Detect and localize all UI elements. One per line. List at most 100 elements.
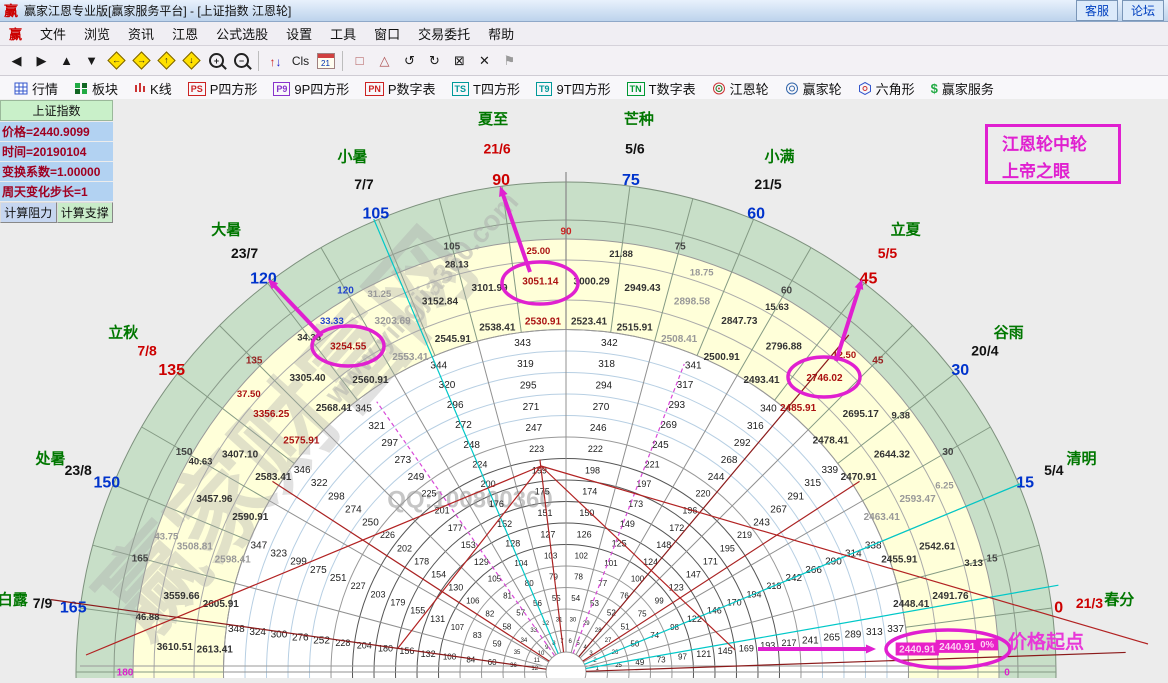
- menu-item-3[interactable]: 江恩: [163, 22, 207, 45]
- ring-number: 83: [473, 631, 482, 640]
- diamond-up-icon[interactable]: ↑: [154, 49, 179, 72]
- inner-price: 2500.91: [704, 352, 741, 363]
- ring-number: 340: [760, 404, 777, 415]
- view-button-赢家服务[interactable]: $赢家服务: [923, 79, 1002, 98]
- gann-wheel-annotation-box: 江恩轮中轮 上帝之眼: [985, 124, 1121, 184]
- view-label: T数字表: [649, 79, 696, 98]
- zoom-out-icon[interactable]: −: [229, 49, 254, 72]
- gann-wheel-chart[interactable]: 赢家财富网www.yingjia360.comQQ:10080036012345…: [0, 99, 1168, 678]
- diamond-left-icon[interactable]: ←: [104, 49, 129, 72]
- outer-price: 3457.96: [196, 494, 233, 505]
- menu-item-7[interactable]: 窗口: [365, 22, 409, 45]
- inner-price: 2613.41: [197, 644, 234, 655]
- ring-number: 244: [708, 472, 725, 483]
- view-button-板块[interactable]: 板块: [66, 79, 126, 98]
- ring-number: 243: [753, 517, 770, 528]
- inner-price: 2553.41: [392, 352, 429, 363]
- square-outline-icon[interactable]: □: [347, 49, 372, 72]
- outer-price: 2847.73: [721, 316, 758, 327]
- outer-price: 2695.17: [843, 409, 880, 420]
- arrow-left-icon[interactable]: ◀: [4, 49, 29, 72]
- solar-term: 立秋: [108, 324, 139, 342]
- ring-number: 180: [378, 643, 393, 653]
- ring-number: 316: [747, 421, 764, 432]
- ring-number: 132: [421, 649, 436, 659]
- inner-price: 2485.91: [780, 403, 817, 414]
- view-button-行情[interactable]: 行情: [6, 79, 66, 98]
- outer-price: 2491.76: [932, 591, 969, 602]
- view-button-T四方形[interactable]: TST四方形: [444, 79, 528, 98]
- percent-value: 15.63: [765, 302, 789, 313]
- view-button-江恩轮[interactable]: 江恩轮: [704, 79, 777, 98]
- ring-number: 225: [422, 489, 437, 499]
- box-x-icon[interactable]: ⊠: [447, 49, 472, 72]
- ring-number: 217: [782, 638, 797, 648]
- percent-value: 37.50: [237, 389, 261, 400]
- calc-support-button[interactable]: 计算支撑: [57, 202, 114, 223]
- arrow-down-icon[interactable]: ▼: [79, 49, 104, 72]
- calendar-icon[interactable]: 21: [313, 49, 338, 72]
- target-icon: [712, 82, 726, 95]
- ring-number: 227: [351, 581, 366, 591]
- ring-number: 313: [866, 627, 883, 638]
- cls-icon[interactable]: Cls: [288, 49, 313, 72]
- ring-number: 77: [598, 579, 607, 588]
- ring-number: 343: [514, 338, 531, 349]
- updown-arrows-icon[interactable]: ↑↓: [263, 49, 288, 72]
- PS-badge-icon: PS: [188, 82, 206, 96]
- view-button-赢家轮[interactable]: 赢家轮: [777, 79, 850, 98]
- view-button-六角形[interactable]: 六角形: [850, 79, 923, 98]
- menu-item-5[interactable]: 设置: [277, 22, 321, 45]
- triangle-outline-icon[interactable]: △: [372, 49, 397, 72]
- calc-resistance-button[interactable]: 计算阻力: [0, 202, 57, 223]
- view-button-9P四方形[interactable]: P99P四方形: [265, 79, 357, 98]
- ring-number: 339: [821, 465, 838, 476]
- ring-number: 198: [585, 465, 600, 475]
- toolbar-separator: [258, 51, 259, 71]
- menu-item-6[interactable]: 工具: [321, 22, 365, 45]
- ring-number: 108: [443, 652, 457, 661]
- view-button-9T四方形[interactable]: T99T四方形: [528, 79, 619, 98]
- menu-item-4[interactable]: 公式选股: [207, 22, 277, 45]
- diamond-down-icon[interactable]: ↓: [179, 49, 204, 72]
- ring-number: 84: [466, 655, 475, 664]
- shrink-icon[interactable]: ✕: [472, 49, 497, 72]
- view-button-P数字表[interactable]: PNP数字表: [357, 79, 443, 98]
- view-label: P数字表: [388, 79, 436, 98]
- diamond-right-icon[interactable]: →: [129, 49, 154, 72]
- arrow-right-icon[interactable]: ▶: [29, 49, 54, 72]
- ring-number: 268: [721, 455, 738, 466]
- rotate-ccw-icon[interactable]: ↺: [397, 49, 422, 72]
- ring-number: 154: [431, 569, 446, 579]
- menu-item-8[interactable]: 交易委托: [409, 22, 479, 45]
- menu-item-9[interactable]: 帮助: [479, 22, 523, 45]
- ring-number: 204: [357, 641, 372, 651]
- ring-number: 148: [656, 540, 671, 550]
- inner-degree: 105: [444, 242, 461, 253]
- ring-number: 129: [474, 557, 489, 567]
- rotate-cw-icon[interactable]: ↻: [422, 49, 447, 72]
- forum-button[interactable]: 论坛: [1122, 0, 1164, 21]
- inner-degree: 60: [781, 286, 793, 297]
- ring-number: 179: [390, 598, 405, 608]
- view-button-T数字表[interactable]: TNT数字表: [619, 79, 704, 98]
- ring-number: 75: [638, 609, 647, 618]
- panel-row-0: 价格=2440.9099: [0, 122, 113, 141]
- ring-number: 347: [250, 540, 267, 551]
- customer-service-button[interactable]: 客服: [1076, 0, 1118, 21]
- view-button-P四方形[interactable]: PSP四方形: [180, 79, 266, 98]
- zoom-in-icon[interactable]: +: [204, 49, 229, 72]
- solar-term: 芒种: [624, 110, 654, 128]
- arrow-up-icon[interactable]: ▲: [54, 49, 79, 72]
- menu-item-2[interactable]: 资讯: [119, 22, 163, 45]
- menu-item-0[interactable]: 文件: [31, 22, 75, 45]
- ring-number: 250: [362, 517, 379, 528]
- view-button-K线[interactable]: K线: [126, 79, 180, 98]
- ring-number: 291: [787, 491, 804, 502]
- menu-item-1[interactable]: 浏览: [75, 22, 119, 45]
- ring-number: 273: [395, 455, 412, 466]
- ring-number: 172: [669, 523, 684, 533]
- flag-icon[interactable]: ⚑: [497, 49, 522, 72]
- ring-number: 220: [695, 489, 710, 499]
- solar-date: 23/8: [65, 462, 92, 478]
